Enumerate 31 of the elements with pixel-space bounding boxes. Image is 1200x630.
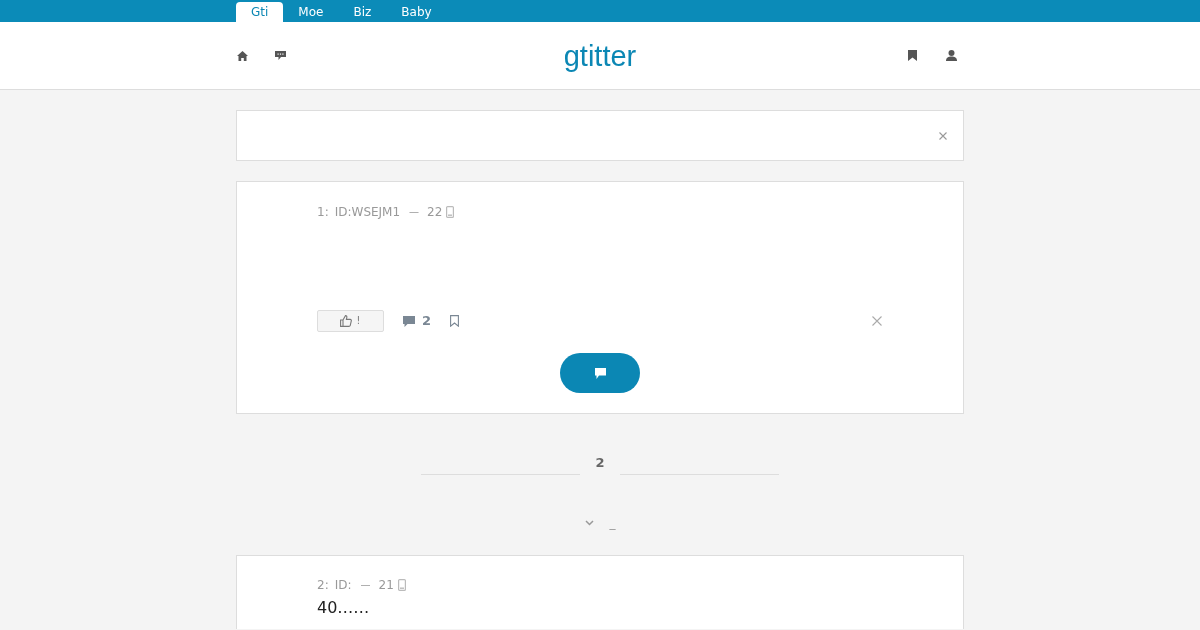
nav-tab[interactable]: Gti [236, 2, 284, 22]
like-button[interactable]: ! [317, 310, 384, 332]
post-id: ID:WSEJM1 [334, 205, 401, 219]
reply-button[interactable] [560, 353, 640, 393]
post-count: 21 [378, 578, 394, 592]
post-body: 40…… [317, 598, 371, 618]
chevron-down-icon [584, 520, 594, 526]
nav-tab[interactable]: Biz [338, 2, 387, 22]
close-icon[interactable] [939, 131, 947, 140]
comment-icon [403, 315, 415, 327]
post-id: ID: [334, 578, 352, 592]
post-count: 22 [427, 205, 443, 219]
comment-icon [594, 367, 606, 379]
phone-icon [397, 579, 406, 591]
chat-icon[interactable] [275, 51, 286, 60]
user-icon[interactable] [946, 50, 957, 61]
home-icon[interactable] [237, 50, 248, 61]
thumbs-up-icon [340, 315, 353, 327]
logo[interactable]: gtitter [563, 38, 637, 73]
bookmark-icon[interactable] [908, 50, 917, 61]
comments-button[interactable]: 2 [403, 311, 432, 331]
nav-tab[interactable]: Baby [386, 2, 447, 22]
post-number: 1: [317, 205, 329, 219]
nav-tab[interactable]: Moe [283, 2, 339, 22]
bookmark-outline-icon[interactable] [450, 315, 460, 327]
phone-icon [446, 206, 455, 218]
separator: — [360, 578, 371, 592]
page-number: 2 [594, 454, 606, 471]
load-more-button[interactable]: _ [584, 515, 616, 531]
post-number: 2: [317, 578, 329, 592]
separator: — [409, 205, 420, 219]
